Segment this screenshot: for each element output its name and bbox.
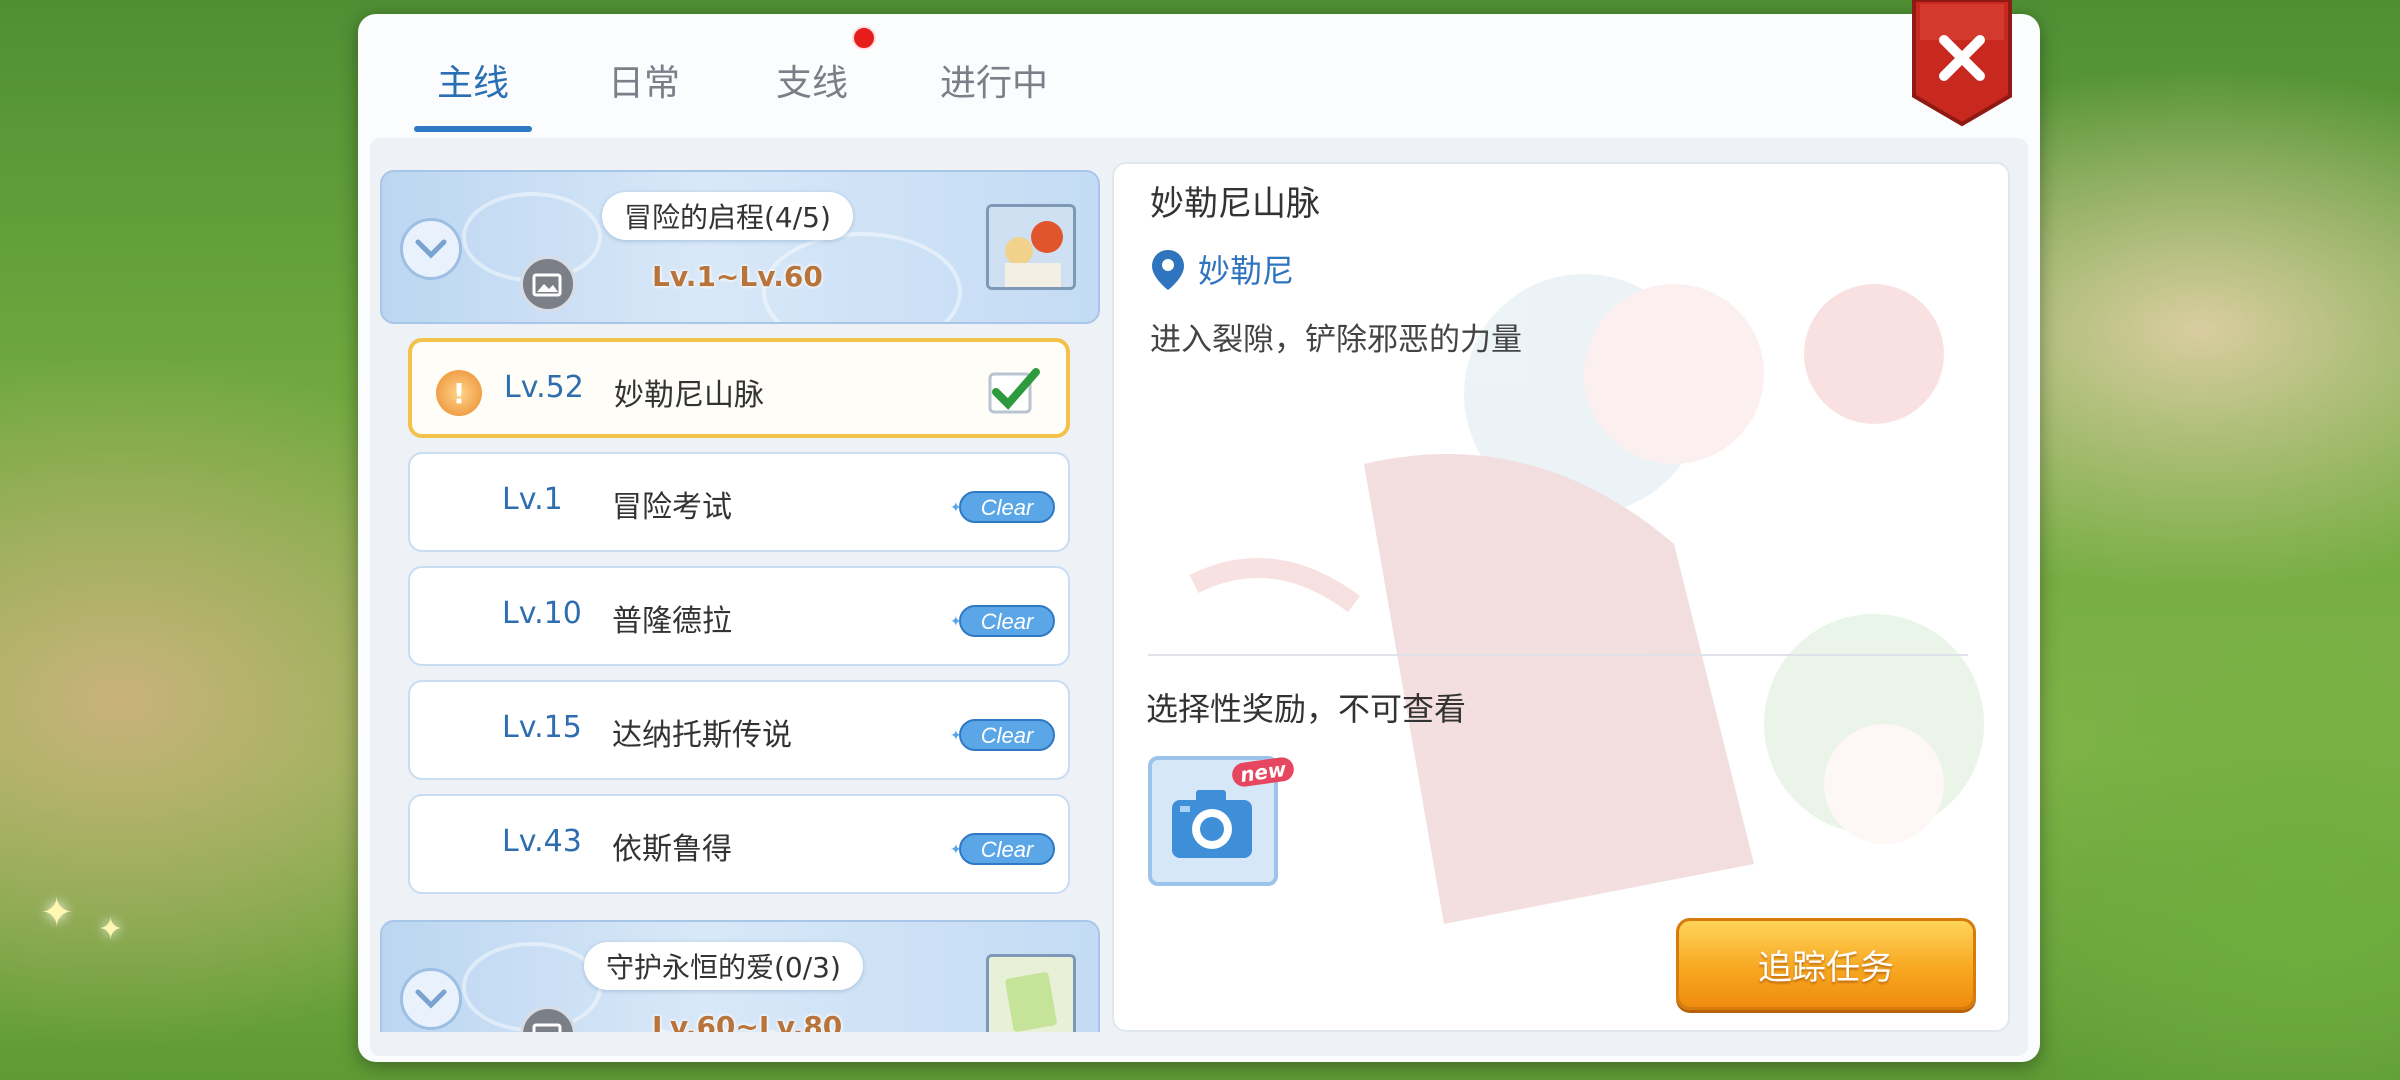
tab-in-progress[interactable]: 进行中 — [914, 50, 1074, 110]
chapter-portrait — [986, 204, 1076, 290]
detail-description: 进入裂隙，铲除邪恶的力量 — [1150, 322, 1522, 358]
character-portrait-icon — [989, 207, 1073, 287]
close-icon — [1912, 0, 2012, 127]
quest-level: Lv.52 — [504, 370, 584, 405]
chapter-title: 守护永恒的爱(0/3) — [584, 942, 863, 990]
reward-label: 选择性奖励，不可查看 — [1146, 690, 1467, 728]
svg-text:✦: ✦ — [950, 842, 962, 858]
tab-main-label: 主线 — [436, 63, 509, 104]
chapter-header[interactable]: 冒险的启程(4/5) Lv.1~Lv.60 — [380, 170, 1100, 324]
tab-side[interactable]: 支线 — [752, 50, 872, 110]
quest-item[interactable]: Lv.15 达纳托斯传说 Clear ✦ — [408, 680, 1070, 780]
quest-name: 妙勒尼山脉 — [614, 378, 764, 413]
quest-list[interactable]: 冒险的启程(4/5) Lv.1~Lv.60 ! Lv.52 妙勒尼山脉 Lv.1… — [380, 170, 1100, 1032]
track-quest-button[interactable]: 追踪任务 — [1676, 918, 1976, 1010]
clear-label: Clear — [981, 837, 1035, 862]
svg-text:✦: ✦ — [950, 728, 962, 744]
clear-badge: Clear ✦ — [950, 491, 1055, 523]
quest-item-selected[interactable]: ! Lv.52 妙勒尼山脉 — [408, 338, 1070, 438]
chevron-down-icon — [415, 989, 447, 1009]
chapter-title: 冒险的启程(4/5) — [602, 192, 853, 240]
quest-detail-panel: 妙勒尼山脉 妙勒尼 进入裂隙，铲除邪恶的力量 选择性奖励，不可查看 new — [1112, 162, 2010, 1032]
image-icon — [532, 1023, 562, 1032]
reward-item-slot[interactable]: new — [1148, 755, 1296, 886]
quest-name: 依斯鲁得 — [612, 832, 732, 867]
image-icon — [532, 273, 562, 297]
quest-name: 冒险考试 — [612, 490, 732, 525]
detail-title: 妙勒尼山脉 — [1150, 184, 1320, 224]
expand-chevron-button[interactable] — [400, 218, 462, 280]
location-pin-icon — [1152, 250, 1184, 290]
clear-label: Clear — [981, 495, 1035, 520]
detail-location-link[interactable]: 妙勒尼 — [1198, 246, 1294, 292]
chapter-header[interactable]: 守护永恒的爱(0/3) Lv.60~Lv.80 — [380, 920, 1100, 1032]
clear-badge: Clear ✦ — [950, 605, 1055, 637]
quest-item[interactable]: Lv.43 依斯鲁得 Clear ✦ — [408, 794, 1070, 894]
clear-badge: Clear ✦ — [950, 719, 1055, 751]
tab-in-progress-label: 进行中 — [939, 63, 1048, 104]
tab-daily[interactable]: 日常 — [584, 50, 704, 110]
gallery-button[interactable] — [520, 256, 576, 312]
tab-daily-label: 日常 — [607, 63, 680, 104]
close-button[interactable] — [1910, 0, 2014, 128]
quest-level: Lv.15 — [502, 710, 582, 745]
quest-level: Lv.1 — [502, 482, 563, 517]
sparkle-decoration: ✦ — [98, 912, 124, 947]
chapter-level-range: Lv.1~Lv.60 — [652, 260, 823, 293]
clear-label: Clear — [981, 723, 1035, 748]
card-portrait-icon — [989, 957, 1073, 1032]
quest-name: 普隆德拉 — [612, 604, 732, 639]
quest-level: Lv.10 — [502, 596, 582, 631]
quest-level: Lv.43 — [502, 824, 582, 859]
tab-main[interactable]: 主线 — [414, 50, 532, 132]
chevron-down-icon — [415, 239, 447, 259]
svg-text:✦: ✦ — [950, 614, 962, 630]
character-illustration — [1189, 274, 1984, 924]
expand-chevron-button[interactable] — [400, 968, 462, 1030]
quest-item[interactable]: Lv.1 冒险考试 Clear ✦ — [408, 452, 1070, 552]
checkmark-icon — [988, 368, 1040, 414]
svg-text:✦: ✦ — [950, 500, 962, 516]
tab-bar: 主线 日常 支线 进行中 — [358, 14, 2040, 144]
notification-dot — [852, 26, 876, 50]
chapter-level-range: Lv.60~Lv.80 — [652, 1010, 843, 1032]
sparkle-decoration: ✦ — [40, 890, 74, 936]
active-tab-indicator — [414, 126, 532, 132]
divider — [1148, 654, 1968, 656]
quest-item[interactable]: Lv.10 普隆德拉 Clear ✦ — [408, 566, 1070, 666]
tab-side-label: 支线 — [775, 63, 848, 104]
clear-label: Clear — [981, 609, 1035, 634]
exclamation-icon: ! — [436, 370, 482, 416]
chapter-portrait — [986, 954, 1076, 1032]
quest-name: 达纳托斯传说 — [612, 718, 792, 753]
clear-badge: Clear ✦ — [950, 833, 1055, 865]
